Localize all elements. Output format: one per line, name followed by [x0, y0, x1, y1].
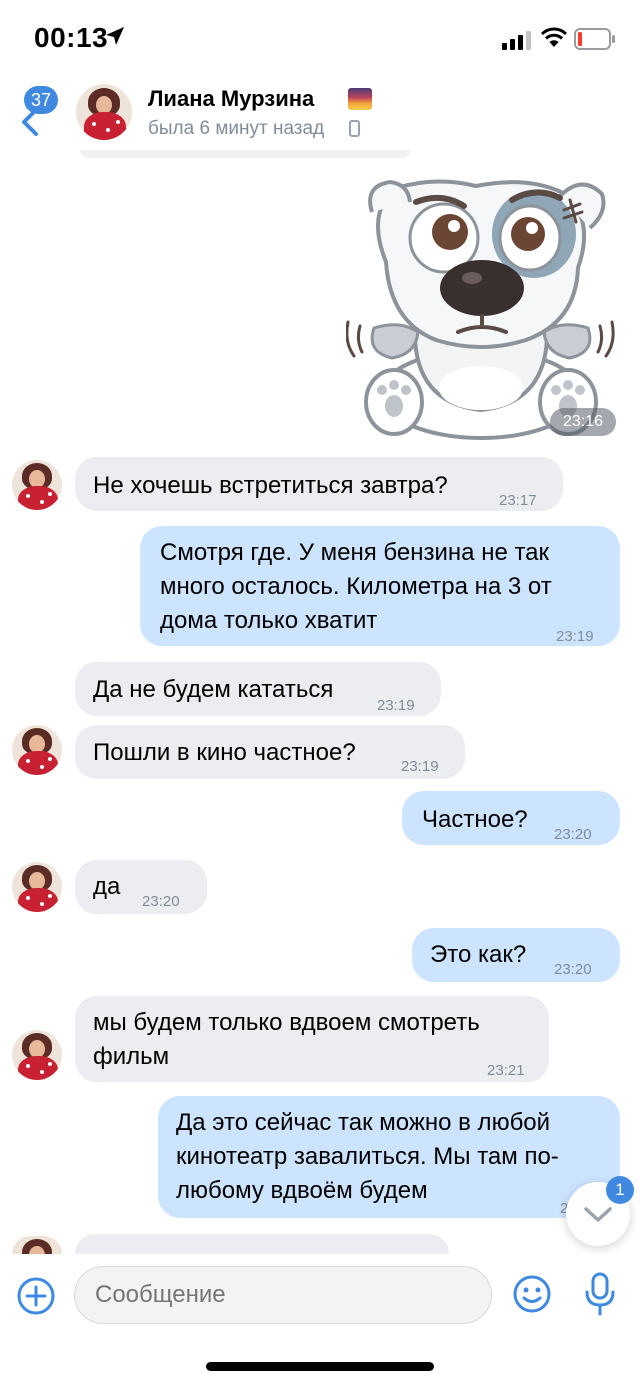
outgoing-message[interactable]: Это как? 23:20: [412, 928, 620, 982]
message-text: Да это сейчас так можно в любой кинотеат…: [176, 1109, 559, 1204]
microphone-icon[interactable]: [584, 1272, 616, 1316]
message-text: мы будем только вдвоем смотреть фильм: [93, 1009, 480, 1070]
message-time: 23:20: [554, 826, 592, 843]
message-time: 23:19: [401, 758, 439, 775]
incoming-message[interactable]: Пошли в кино частное? 23:19: [75, 725, 465, 779]
contact-avatar[interactable]: [76, 84, 132, 140]
unread-count-badge: 37: [24, 86, 58, 114]
sender-avatar[interactable]: [12, 862, 62, 912]
incoming-message[interactable]: да 23:20: [75, 860, 207, 914]
message-text: Не хочешь встретиться завтра?: [93, 472, 448, 499]
location-arrow-icon: [106, 27, 124, 45]
sender-avatar[interactable]: [12, 1030, 62, 1080]
cellular-signal-icon: [502, 31, 531, 50]
outgoing-message[interactable]: Смотря где. У меня бензина не так много …: [140, 526, 620, 646]
message-text: Смотря где. У меня бензина не так много …: [160, 539, 552, 634]
sticker-time: 23:16: [550, 408, 616, 436]
bear-sticker[interactable]: [346, 172, 616, 444]
message-input[interactable]: [74, 1266, 492, 1324]
last-seen-status: была 6 минут назад: [148, 118, 325, 139]
contact-name[interactable]: Лиана Мурзина: [148, 86, 314, 112]
mobile-device-icon: [349, 120, 360, 137]
sender-avatar[interactable]: [12, 460, 62, 510]
sender-avatar[interactable]: [12, 1236, 62, 1254]
incoming-link-message-partial[interactable]: [75, 1234, 449, 1254]
status-time: 00:13: [34, 22, 109, 53]
message-time: 23:19: [556, 628, 594, 645]
incoming-message[interactable]: Не хочешь встретиться завтра? 23:17: [75, 457, 563, 511]
message-time: 23:20: [142, 893, 180, 910]
sender-avatar[interactable]: [12, 725, 62, 775]
outgoing-message[interactable]: Частное? 23:20: [402, 791, 620, 845]
wifi-icon: [540, 27, 568, 47]
previous-message-edge: [80, 150, 410, 158]
home-indicator[interactable]: [206, 1362, 434, 1371]
incoming-message[interactable]: Да не будем кататься 23:19: [75, 662, 441, 716]
emoji-icon[interactable]: [512, 1274, 552, 1314]
message-time: 23:17: [499, 492, 537, 509]
sunrise-emoji-icon: [348, 88, 372, 110]
new-messages-badge: 1: [606, 1176, 634, 1204]
outgoing-message[interactable]: Да это сейчас так можно в любой кинотеат…: [158, 1096, 620, 1218]
incoming-message[interactable]: мы будем только вдвоем смотреть фильм 23…: [75, 996, 549, 1082]
message-time: 23:19: [377, 697, 415, 714]
add-attachment-icon[interactable]: [17, 1277, 55, 1315]
message-time: 23:21: [487, 1062, 525, 1079]
battery-low-icon: [574, 28, 615, 50]
status-bar: 00:13: [0, 0, 640, 78]
message-time: 23:20: [554, 961, 592, 978]
